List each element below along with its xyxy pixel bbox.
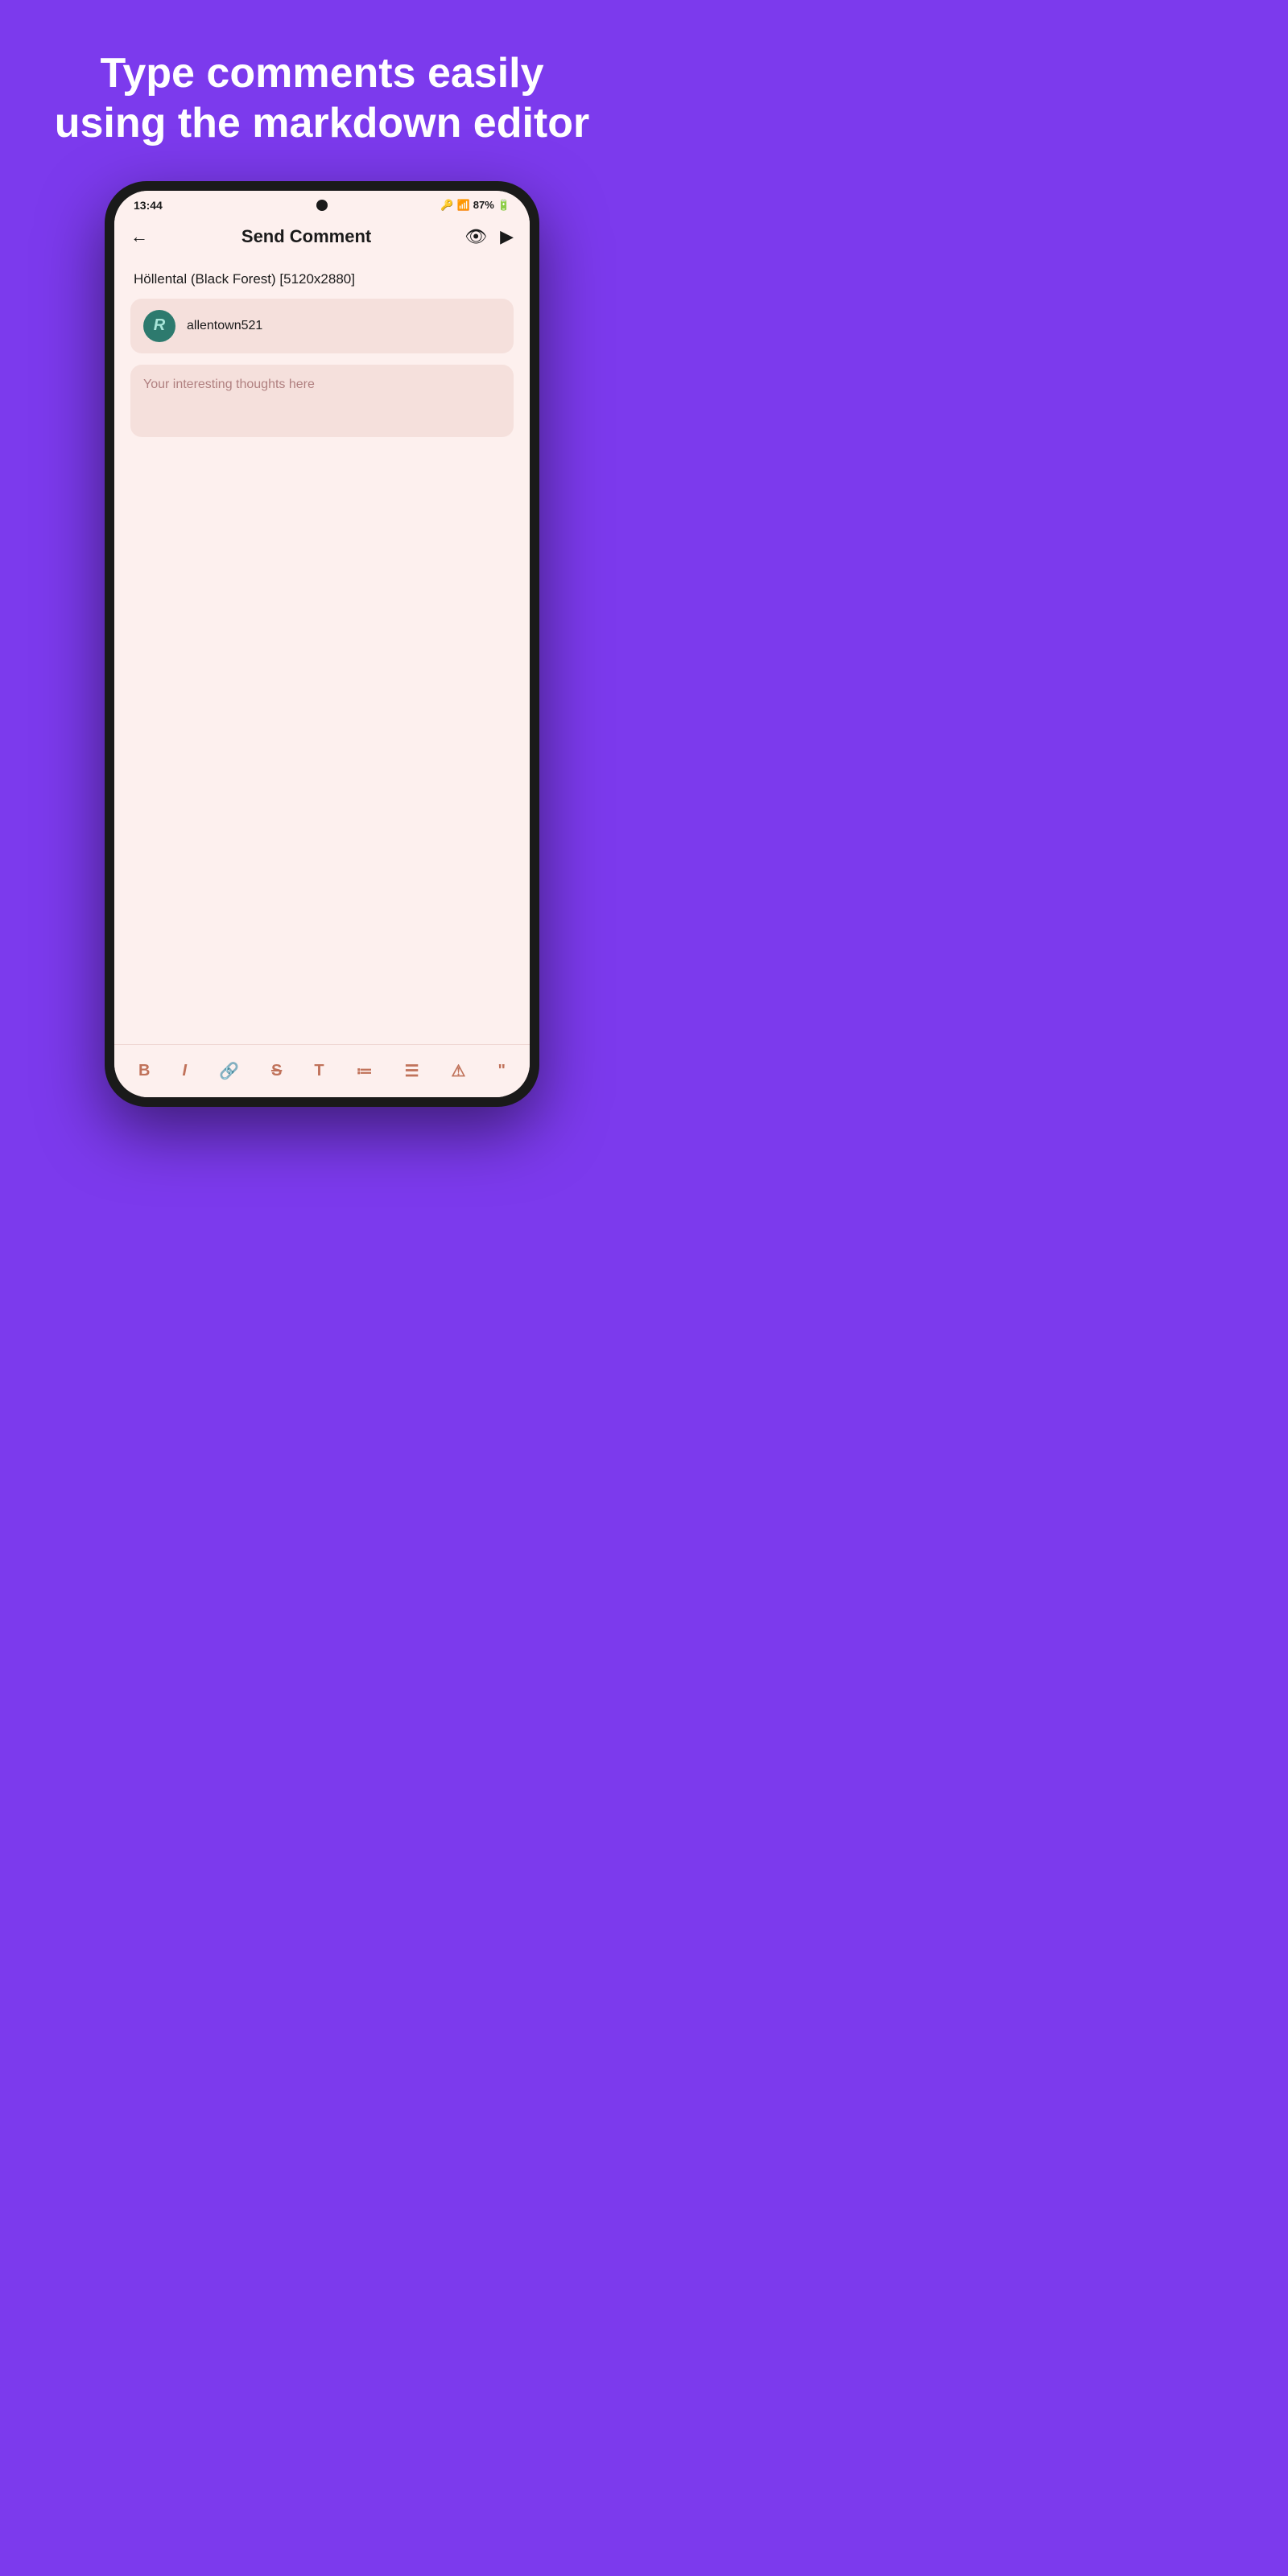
app-bar: ← Send Comment 👁 ▶ xyxy=(114,215,530,258)
phone-container: 13:44 🔑 📶 87% 🔋 ← Send Comment 👁 ▶ xyxy=(105,181,539,1288)
post-title: Höllental (Black Forest) [5120x2880] xyxy=(130,271,514,287)
unordered-list-button[interactable]: ☰ xyxy=(400,1058,424,1084)
bold-button[interactable]: B xyxy=(134,1059,155,1084)
user-row: R allentown521 xyxy=(130,299,514,353)
comment-placeholder: Your interesting thoughts here xyxy=(143,378,315,391)
hero-title: Type comments easily using the markdown … xyxy=(0,0,644,181)
italic-button[interactable]: I xyxy=(177,1059,192,1084)
quote-button[interactable]: " xyxy=(493,1059,510,1084)
warning-button[interactable]: ⚠ xyxy=(447,1058,471,1084)
send-button[interactable]: ▶ xyxy=(500,226,514,247)
comment-input[interactable]: Your interesting thoughts here xyxy=(130,365,514,437)
app-bar-actions: 👁 ▶ xyxy=(464,226,514,247)
battery-level: 87% xyxy=(473,199,494,211)
strikethrough-button[interactable]: S xyxy=(266,1059,287,1084)
preview-button[interactable]: 👁 xyxy=(464,226,487,247)
username-label: allentown521 xyxy=(187,319,262,333)
back-button[interactable]: ← xyxy=(130,226,148,247)
status-bar: 13:44 🔑 📶 87% 🔋 xyxy=(114,191,530,215)
camera-notch xyxy=(316,200,328,211)
heading-button[interactable]: T xyxy=(309,1059,328,1084)
avatar-letter: R xyxy=(154,316,165,335)
editor-area[interactable] xyxy=(130,448,514,1031)
avatar: R xyxy=(143,310,175,342)
phone-screen: 13:44 🔑 📶 87% 🔋 ← Send Comment 👁 ▶ xyxy=(114,191,530,1097)
wifi-icon: 🔑 xyxy=(440,199,453,212)
phone-frame: 13:44 🔑 📶 87% 🔋 ← Send Comment 👁 ▶ xyxy=(105,181,539,1107)
battery-icon: 🔋 xyxy=(497,199,510,212)
screen-title: Send Comment xyxy=(242,226,371,247)
markdown-toolbar: B I 🔗 S T ≔ ☰ ⚠ " xyxy=(114,1044,530,1097)
content-area: Höllental (Black Forest) [5120x2880] R a… xyxy=(114,258,530,1044)
status-icons: 🔑 📶 87% 🔋 xyxy=(440,199,510,212)
status-time: 13:44 xyxy=(134,199,163,212)
signal-icon: 📶 xyxy=(457,199,470,212)
ordered-list-button[interactable]: ≔ xyxy=(352,1058,378,1084)
link-button[interactable]: 🔗 xyxy=(214,1058,244,1084)
